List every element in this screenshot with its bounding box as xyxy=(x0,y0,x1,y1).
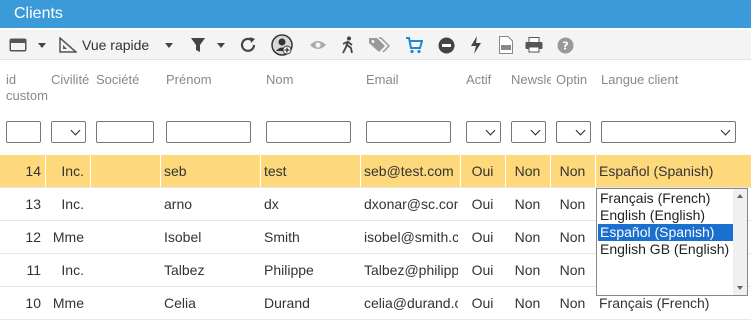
dropdown-option[interactable]: English (English) xyxy=(598,207,734,224)
tags-icon[interactable] xyxy=(368,35,390,55)
dropdown-scrollbar[interactable] xyxy=(733,189,747,295)
cell-societe xyxy=(94,287,154,319)
cell-email: dxonar@sc.com xyxy=(364,196,458,212)
cell-prenom: Celia xyxy=(164,295,196,311)
cell-prenom: seb xyxy=(164,163,187,179)
eye-icon[interactable] xyxy=(308,35,328,55)
cell-civilite: Inc. xyxy=(61,262,84,278)
cell-nom: test xyxy=(264,163,287,179)
column-header-civilite[interactable]: Civilité xyxy=(51,72,89,88)
cell-newsletter: Non xyxy=(514,196,541,212)
dropdown-option[interactable]: Français (French) xyxy=(598,190,734,207)
cell-optin: Non xyxy=(559,229,586,245)
chevron-down-icon[interactable] xyxy=(165,43,173,48)
csv-icon[interactable] xyxy=(496,35,516,55)
filter-langue-select[interactable] xyxy=(601,121,736,143)
column-header-nom[interactable]: Nom xyxy=(266,72,293,88)
dropdown-option[interactable]: English GB (English) xyxy=(598,241,734,258)
cell-nom: Philippe xyxy=(264,262,314,278)
cell-civilite: Inc. xyxy=(61,163,84,179)
filter-prenom-input[interactable] xyxy=(166,121,251,143)
filter-civilite-select[interactable] xyxy=(51,121,86,143)
cell-newsletter: Non xyxy=(514,262,541,278)
table-row[interactable]: 14 Inc. seb test seb@test.com Oui Non No… xyxy=(0,155,751,188)
cell-id: 10 xyxy=(25,295,41,311)
cell-civilite: Inc. xyxy=(61,196,84,212)
window-title-bar: Clients xyxy=(0,0,751,28)
cell-nom: Durand xyxy=(264,295,310,311)
cell-email: isobel@smith.com xyxy=(364,229,458,245)
quickview-icon[interactable] xyxy=(58,35,78,55)
language-dropdown-list[interactable]: Français (French) English (English) Espa… xyxy=(596,188,748,296)
refresh-icon[interactable] xyxy=(238,35,258,55)
cell-optin: Non xyxy=(559,163,586,179)
walk-icon[interactable] xyxy=(338,35,358,55)
chevron-down-icon[interactable] xyxy=(38,43,46,48)
quick-view-label[interactable]: Vue rapide xyxy=(82,37,149,53)
cell-optin: Non xyxy=(559,262,586,278)
filter-optin-select[interactable] xyxy=(556,121,591,143)
column-header-langue[interactable]: Langue client xyxy=(601,72,678,88)
cell-civilite: Mme xyxy=(52,229,84,245)
chevron-down-icon[interactable] xyxy=(217,43,225,48)
cell-prenom: Talbez xyxy=(164,262,205,278)
svg-text:?: ? xyxy=(562,39,568,52)
cell-id: 13 xyxy=(25,196,41,212)
cell-optin: Non xyxy=(559,295,586,311)
filter-societe-input[interactable] xyxy=(96,121,154,143)
window-title: Clients xyxy=(14,5,63,22)
cart-icon[interactable] xyxy=(404,35,424,55)
filter-nom-input[interactable] xyxy=(266,121,351,143)
filter-actif-select[interactable] xyxy=(466,121,501,143)
filter-newsletter-select[interactable] xyxy=(511,121,546,143)
cell-id: 12 xyxy=(25,229,41,245)
cell-id: 14 xyxy=(25,163,41,179)
cell-newsletter: Non xyxy=(514,229,541,245)
toolbar: Vue rapide ? xyxy=(0,30,751,60)
scroll-down-icon[interactable] xyxy=(737,286,743,290)
cell-actif: Oui xyxy=(471,262,494,278)
cell-actif: Oui xyxy=(471,163,494,179)
cell-prenom: arno xyxy=(164,196,193,212)
filter-icon[interactable] xyxy=(188,35,208,55)
window-icon[interactable] xyxy=(8,35,28,55)
cell-societe xyxy=(94,155,154,187)
cell-actif: Oui xyxy=(471,196,494,212)
cell-societe xyxy=(94,188,154,220)
column-header-optin[interactable]: Optin xyxy=(556,72,587,88)
cell-prenom: Isobel xyxy=(164,229,202,245)
cell-actif: Oui xyxy=(471,229,494,245)
add-user-icon[interactable] xyxy=(270,34,294,56)
cell-nom: Smith xyxy=(264,229,300,245)
column-header-id[interactable]: id custom xyxy=(6,72,48,104)
cell-email: seb@test.com xyxy=(364,163,454,179)
help-icon[interactable]: ? xyxy=(555,35,575,55)
cell-newsletter: Non xyxy=(514,295,541,311)
cell-newsletter: Non xyxy=(514,163,541,179)
cell-email: celia@durand.com xyxy=(364,295,458,311)
column-header-actif[interactable]: Actif xyxy=(466,72,491,88)
cell-optin: Non xyxy=(559,196,586,212)
column-header-newsletter[interactable]: Newsle xyxy=(511,72,551,88)
cell-id: 11 xyxy=(26,262,41,278)
cell-nom: dx xyxy=(264,196,279,212)
cell-email: Talbez@philippe.com xyxy=(364,262,458,278)
column-header-societe[interactable]: Société xyxy=(96,72,139,88)
column-header-email[interactable]: Email xyxy=(366,72,399,88)
cell-societe xyxy=(94,254,154,286)
bolt-icon[interactable] xyxy=(466,35,486,55)
dropdown-option-selected[interactable]: Español (Spanish) xyxy=(598,224,734,241)
filter-id-input[interactable] xyxy=(6,121,41,143)
filter-email-input[interactable] xyxy=(366,121,451,143)
print-icon[interactable] xyxy=(524,35,544,55)
scroll-up-icon[interactable] xyxy=(737,194,743,198)
cell-langue[interactable]: Español (Spanish) xyxy=(599,155,749,187)
minus-circle-icon[interactable] xyxy=(436,35,456,55)
cell-civilite: Mme xyxy=(52,295,84,311)
column-header-prenom[interactable]: Prénom xyxy=(166,72,212,88)
cell-actif: Oui xyxy=(471,295,494,311)
cell-societe xyxy=(94,221,154,253)
